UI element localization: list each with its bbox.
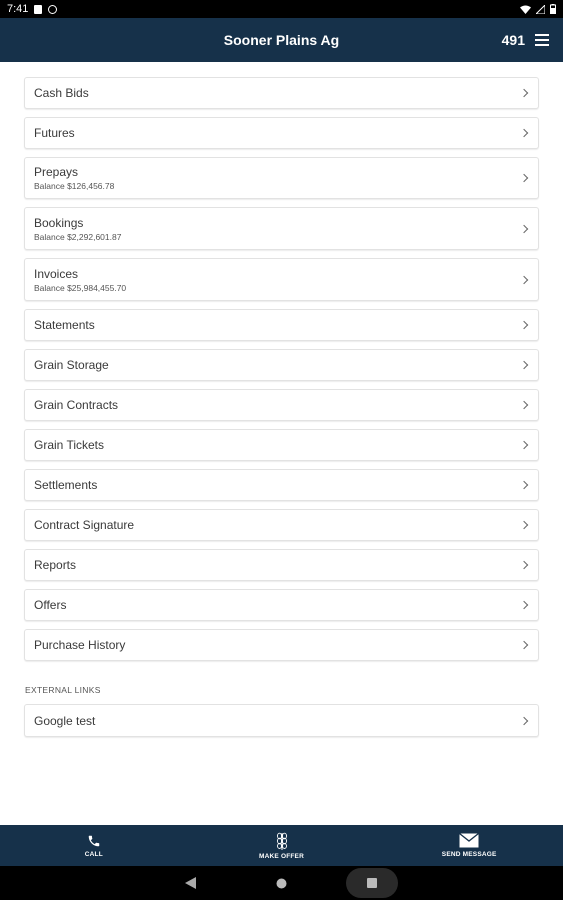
menu-item-settlements[interactable]: Settlements — [24, 469, 539, 501]
bookings-balance: Balance $2,292,601.87 — [34, 231, 122, 242]
call-button[interactable]: CALL — [0, 825, 188, 866]
header-count: 491 — [501, 32, 525, 48]
status-bar: 7:41 — [0, 0, 563, 18]
notification-icon — [34, 4, 43, 14]
menu-item-label: Cash Bids — [34, 86, 89, 100]
menu-item-purchase-history[interactable]: Purchase History — [24, 629, 539, 661]
signal-icon — [536, 4, 545, 14]
menu-item-prepays[interactable]: Prepays Balance $126,456.78 — [24, 157, 539, 199]
menu-item-reports[interactable]: Reports — [24, 549, 539, 581]
menu-item-label: Bookings — [34, 215, 84, 230]
menu-item-futures[interactable]: Futures — [24, 117, 539, 149]
home-icon[interactable] — [276, 878, 287, 889]
menu-item-label: Purchase History — [34, 638, 126, 652]
menu-item-label: Offers — [34, 598, 67, 612]
send-message-button[interactable]: SEND MESSAGE — [375, 825, 563, 866]
make-offer-button[interactable]: MAKE OFFER — [188, 825, 376, 866]
menu-item-label: Grain Tickets — [34, 438, 105, 452]
menu-item-label: Grain Contracts — [34, 398, 119, 412]
menu-item-label: Futures — [34, 126, 75, 140]
hamburger-menu-icon[interactable] — [535, 34, 549, 46]
menu-item-grain-tickets[interactable]: Grain Tickets — [24, 429, 539, 461]
menu-item-invoices[interactable]: Invoices Balance $25,984,455.70 — [24, 258, 539, 301]
menu-item-contract-signature[interactable]: Contract Signature — [24, 509, 539, 541]
menu-item-label: Reports — [34, 558, 77, 572]
make-offer-label: MAKE OFFER — [259, 852, 304, 860]
menu-item-label: Contract Signature — [34, 518, 135, 532]
menu-item-label: Invoices — [34, 266, 79, 281]
battery-icon — [550, 4, 556, 14]
status-time: 7:41 — [7, 3, 29, 15]
envelope-icon — [459, 833, 480, 848]
menu-item-offers[interactable]: Offers — [24, 589, 539, 621]
external-links-heading: EXTERNAL LINKS — [25, 685, 101, 695]
menu-item-statements[interactable]: Statements — [24, 309, 539, 341]
app-bar: Sooner Plains Ag 491 — [0, 18, 563, 62]
sync-icon — [48, 4, 58, 14]
invoices-balance: Balance $25,984,455.70 — [34, 282, 127, 293]
menu-item-label: Statements — [34, 318, 95, 332]
external-link-google-test[interactable]: Google test — [24, 704, 539, 737]
recents-icon — [367, 878, 377, 888]
menu-item-bookings[interactable]: Bookings Balance $2,292,601.87 — [24, 207, 539, 250]
menu-item-grain-storage[interactable]: Grain Storage — [24, 349, 539, 381]
menu-item-label: Grain Storage — [34, 358, 109, 372]
external-link-label: Google test — [34, 713, 96, 728]
menu-item-label: Settlements — [34, 478, 98, 492]
recents-button[interactable] — [346, 868, 398, 898]
menu-item-grain-contracts[interactable]: Grain Contracts — [24, 389, 539, 421]
prepays-balance: Balance $126,456.78 — [34, 181, 115, 191]
phone-icon — [88, 835, 100, 846]
back-icon[interactable] — [185, 877, 196, 889]
send-message-label: SEND MESSAGE — [441, 851, 497, 858]
menu-item-label: Prepays — [34, 165, 79, 179]
app-title: Sooner Plains Ag — [223, 32, 340, 48]
wheat-icon — [276, 832, 287, 850]
wifi-icon — [520, 5, 531, 14]
call-label: CALL — [84, 850, 103, 858]
bottom-nav: CALL MAKE OFFER SEND MESSAGE — [0, 825, 563, 866]
menu-item-cash-bids[interactable]: Cash Bids — [24, 77, 539, 109]
system-nav-bar — [0, 866, 563, 900]
